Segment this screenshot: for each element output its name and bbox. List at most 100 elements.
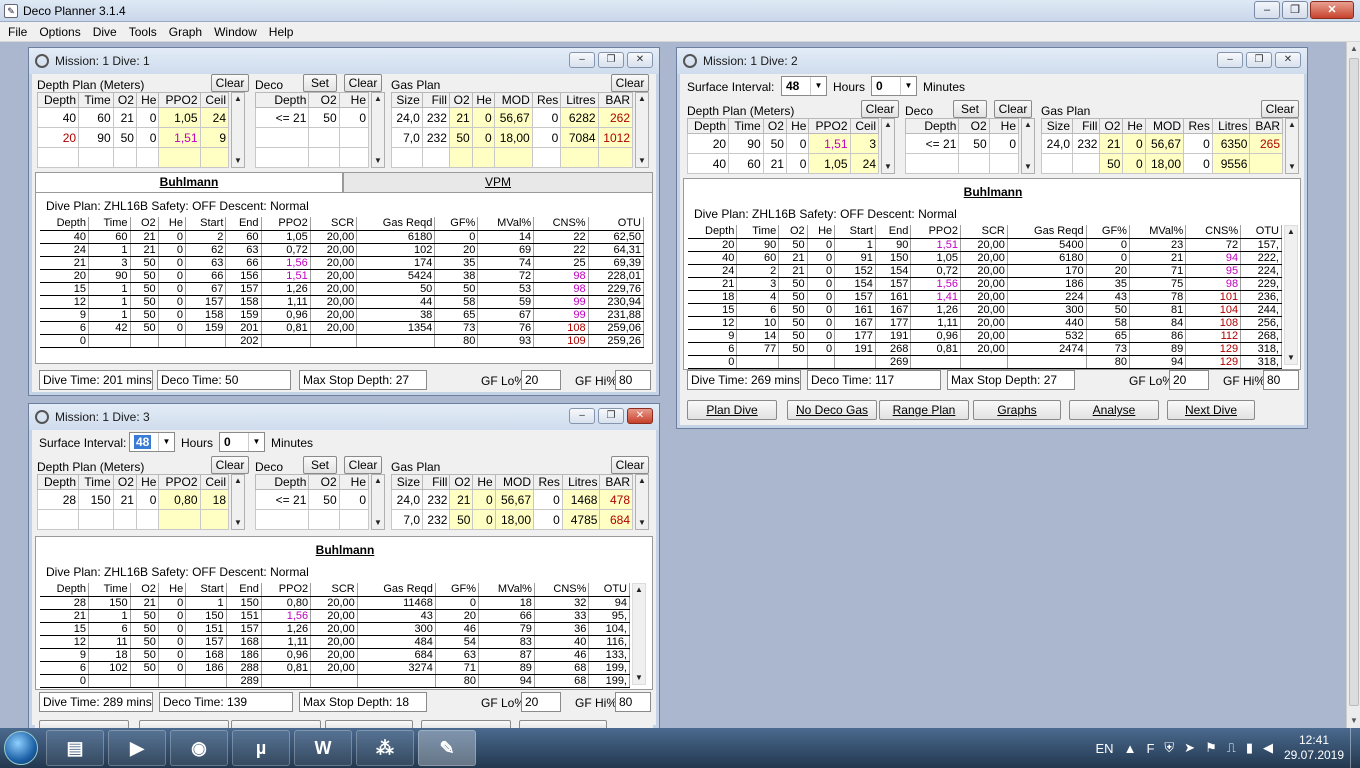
grid-cell[interactable] [254, 127, 310, 148]
tab-buhlmann[interactable]: Buhlmann [236, 541, 454, 561]
si-hours-select[interactable]: 48 ▼ [781, 76, 827, 96]
grid-cell[interactable]: 40 [686, 153, 730, 174]
grid-cell[interactable] [338, 127, 370, 148]
gf-hi-input[interactable]: 80 [1263, 370, 1299, 390]
chevron-down-icon[interactable]: ▼ [810, 77, 826, 95]
grid-cell[interactable] [531, 147, 562, 168]
depth-plan-grid[interactable]: Depth Time O2 He PPO2 Ceil 28 150 21 0 0,80 18 [36, 474, 229, 530]
up-arrow-icon[interactable]: ▲ [372, 93, 384, 105]
depth-grid-scrollbar[interactable]: ▲ ▼ [881, 118, 895, 174]
grid-cell[interactable] [78, 509, 114, 530]
tab-buhlmann[interactable]: Buhlmann [884, 183, 1102, 203]
up-arrow-icon[interactable]: ▲ [633, 584, 645, 596]
deco-grid-scrollbar[interactable]: ▲ ▼ [1021, 118, 1035, 174]
gas-grid-scrollbar[interactable]: ▲ ▼ [635, 474, 649, 530]
grid-cell[interactable]: 20 [686, 133, 730, 154]
grid-cell[interactable]: 21 [762, 153, 787, 174]
deco-clear-button[interactable]: Clear [994, 100, 1032, 118]
dive3-close-button[interactable]: ✕ [627, 408, 653, 424]
shield-icon[interactable]: ⛨ [1164, 740, 1174, 756]
down-arrow-icon[interactable]: ▼ [636, 155, 648, 167]
grid-cell[interactable]: 232 [422, 509, 451, 530]
depth-plan-grid[interactable]: Depth Time O2 He PPO2 Ceil 40 60 21 0 1,05 24 20 90… [36, 92, 229, 168]
chevron-up-icon[interactable]: ▲ [1124, 741, 1137, 756]
dive1-close-button[interactable]: ✕ [627, 52, 653, 68]
grid-cell[interactable]: 0 [988, 133, 1020, 154]
grid-cell[interactable] [308, 147, 340, 168]
down-arrow-icon[interactable]: ▼ [1286, 161, 1298, 173]
grid-cell[interactable]: 50 [308, 107, 340, 128]
grid-cell[interactable] [1072, 153, 1101, 174]
usb-icon[interactable]: ⎍ [1227, 740, 1236, 756]
down-arrow-icon[interactable]: ▼ [232, 155, 244, 167]
menu-options[interactable]: Options [33, 22, 86, 42]
network-icon[interactable]: ▮ [1246, 740, 1253, 756]
deco-set-button[interactable]: Set [303, 456, 337, 474]
grid-cell[interactable] [421, 147, 450, 168]
range-plan-button[interactable]: Range Plan [879, 400, 969, 420]
up-arrow-icon[interactable]: ▲ [1022, 119, 1034, 131]
grid-cell[interactable]: 0 [135, 127, 160, 148]
taskbar-deco-planner[interactable]: ✎ [418, 730, 476, 766]
grid-cell[interactable] [308, 127, 340, 148]
grid-cell[interactable]: 21 [112, 107, 137, 128]
grid-cell[interactable]: 0 [338, 107, 370, 128]
grid-cell[interactable]: 90 [728, 133, 764, 154]
grid-cell[interactable] [112, 147, 137, 168]
grid-cell[interactable] [1040, 153, 1074, 174]
depth-grid-scrollbar[interactable]: ▲ ▼ [231, 474, 245, 530]
grid-cell[interactable] [904, 153, 960, 174]
taskbar-media-player[interactable]: ▶ [108, 730, 166, 766]
gas-grid-scrollbar[interactable]: ▲ ▼ [1285, 118, 1299, 174]
plan-dive-button[interactable]: Plan Dive [687, 400, 777, 420]
gas-clear-button[interactable]: Clear [611, 74, 649, 92]
up-arrow-icon[interactable]: ▲ [636, 475, 648, 487]
tab-vpm[interactable]: VPM [343, 172, 653, 192]
chevron-down-icon[interactable]: ▼ [900, 77, 916, 95]
results-scrollbar[interactable]: ▲ ▼ [632, 583, 646, 685]
menu-tools[interactable]: Tools [123, 22, 163, 42]
dive1-minimize-button[interactable]: ‒ [569, 52, 595, 68]
grid-cell[interactable]: 0 [533, 509, 563, 530]
grid-cell[interactable] [308, 509, 340, 530]
grid-cell[interactable]: 0 [531, 127, 562, 148]
analyse-button[interactable]: Analyse [1069, 400, 1159, 420]
grid-cell[interactable]: 24,0 [1040, 133, 1074, 154]
grid-cell[interactable]: <= 21 [254, 489, 310, 510]
language-indicator[interactable]: EN [1096, 741, 1114, 756]
grid-cell[interactable] [36, 147, 80, 168]
gas-plan-grid[interactable]: Size Fill O2 He MOD Res Litres BAR 24,0 232 21 0 56… [390, 474, 633, 530]
dive2-close-button[interactable]: ✕ [1275, 52, 1301, 68]
grid-cell[interactable]: 7,0 [390, 509, 424, 530]
menu-help[interactable]: Help [263, 22, 300, 42]
up-arrow-icon[interactable]: ▲ [232, 93, 244, 105]
down-arrow-icon[interactable]: ▼ [372, 517, 384, 529]
grid-cell[interactable]: 0 [472, 489, 496, 510]
grid-cell[interactable]: 28 [36, 489, 80, 510]
results-scrollbar[interactable]: ▲ ▼ [1284, 225, 1298, 365]
depth-clear-button[interactable]: Clear [861, 100, 899, 118]
start-button[interactable] [0, 728, 42, 768]
chevron-down-icon[interactable]: ▼ [158, 433, 174, 451]
taskbar-word[interactable]: W [294, 730, 352, 766]
depth-plan-grid[interactable]: Depth Time O2 He PPO2 Ceil 20 90 50 0 1,51 3 40 60 2… [686, 118, 879, 174]
maximize-button[interactable]: ❐ [1282, 1, 1308, 19]
grid-cell[interactable] [338, 509, 370, 530]
volume-icon[interactable]: ◀ [1263, 740, 1273, 756]
grid-cell[interactable]: 232 [421, 127, 450, 148]
grid-cell[interactable]: 40 [36, 107, 80, 128]
grid-cell[interactable]: 0 [1183, 133, 1213, 154]
up-arrow-icon[interactable]: ▲ [232, 475, 244, 487]
grid-cell[interactable]: 0 [533, 489, 563, 510]
grid-cell[interactable]: <= 21 [254, 107, 310, 128]
grid-cell[interactable] [135, 147, 160, 168]
up-arrow-icon[interactable]: ▲ [372, 475, 384, 487]
taskbar-utorrent[interactable]: µ [232, 730, 290, 766]
gas-clear-button[interactable]: Clear [1261, 100, 1299, 118]
graphs-button[interactable]: Graphs [973, 400, 1061, 420]
down-arrow-icon[interactable]: ▼ [232, 517, 244, 529]
grid-cell[interactable]: 50 [449, 509, 474, 530]
grid-cell[interactable]: 0 [471, 127, 495, 148]
grid-cell[interactable] [448, 147, 473, 168]
down-arrow-icon[interactable]: ▼ [633, 672, 645, 684]
